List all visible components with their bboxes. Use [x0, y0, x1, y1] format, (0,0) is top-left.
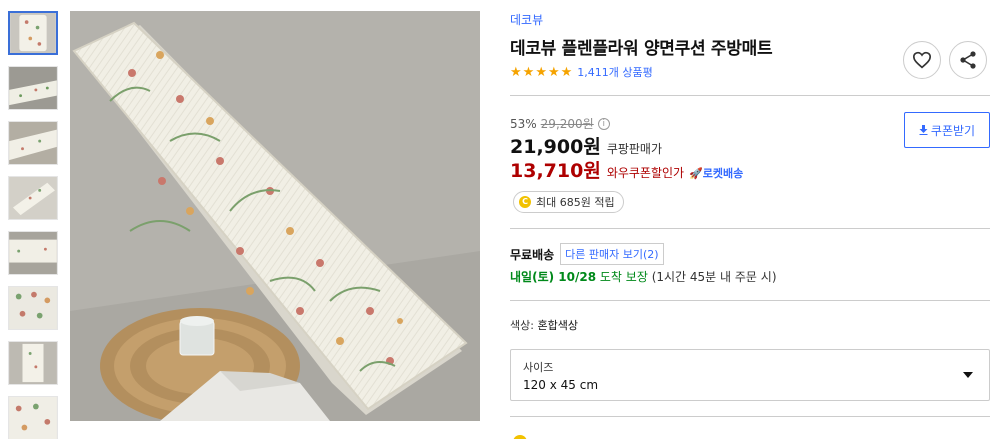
other-sellers-button[interactable]: 다른 판매자 보기(2) [560, 243, 664, 265]
discount-row: 53% 29,200원 i [510, 115, 610, 132]
main-product-image[interactable] [70, 11, 480, 421]
thumbnail-7[interactable] [8, 341, 58, 385]
info-icon[interactable]: i [597, 117, 610, 130]
size-label: 사이즈 [523, 361, 554, 374]
sale-price-label: 쿠팡판매가 [606, 142, 663, 156]
wow-price-row: 13,710원 와우쿠폰할인가 🚀로켓배송 [510, 156, 743, 183]
divider [510, 95, 990, 96]
thumbnail-2[interactable] [8, 66, 58, 110]
points-text: 최대 685원 적립 [536, 196, 615, 209]
coupon-button-label: 쿠폰받기 [930, 123, 976, 138]
thumbnail-4[interactable] [8, 176, 58, 220]
star-icon: ★ [522, 64, 535, 80]
wow-price: 13,710원 [510, 160, 601, 182]
star-icon: ★ [547, 64, 560, 80]
sale-price-row: 21,900원 쿠팡판매가 [510, 132, 662, 159]
brand-link[interactable]: 데코뷰 [510, 11, 992, 29]
size-value: 120 x 45 cm [523, 378, 599, 392]
arrival-row: 내일(토) 10/28 도착 보장 (1시간 45분 내 주문 시) [510, 268, 777, 285]
divider [510, 300, 990, 301]
thumbnail-1[interactable] [8, 11, 58, 55]
thumbnail-3[interactable] [8, 121, 58, 165]
color-value: 혼합색상 [537, 319, 578, 332]
wow-price-label: 와우쿠폰할인가 [606, 166, 685, 180]
thumbnail-list [8, 11, 62, 439]
original-price: 29,200원 [540, 117, 594, 131]
points-badge: C 최대 685원 적립 [513, 191, 624, 213]
size-select[interactable]: 사이즈 120 x 45 cm [510, 349, 990, 401]
star-icon: ★ [560, 64, 573, 80]
coin-icon: C [519, 196, 531, 208]
color-option: 색상: 혼합색상 [510, 317, 578, 333]
arrival-guarantee: 도착 보장 [599, 270, 648, 284]
download-icon [919, 125, 928, 135]
rating-stars[interactable]: ★ ★ ★ ★ ★ [510, 66, 572, 79]
free-shipping-label: 무료배송 [510, 247, 555, 262]
arrival-date: 내일(토) 10/28 [510, 270, 597, 284]
star-icon: ★ [535, 64, 547, 80]
share-icon [960, 51, 976, 69]
review-count-link[interactable]: 1,411개 상품평 [577, 64, 652, 80]
divider [510, 228, 990, 229]
share-button[interactable] [949, 41, 987, 79]
rocket-delivery-badge: 🚀로켓배송 [689, 167, 744, 180]
divider [510, 416, 990, 417]
thumbnail-6[interactable] [8, 286, 58, 330]
coupon-download-button[interactable]: 쿠폰받기 [904, 112, 990, 148]
star-icon: ★ [510, 64, 522, 80]
sale-price: 21,900원 [510, 136, 601, 158]
thumbnail-8[interactable] [8, 396, 58, 439]
shipping-row: 무료배송 다른 판매자 보기(2) [510, 243, 664, 265]
arrival-note: (1시간 45분 내 주문 시) [651, 270, 777, 284]
chevron-down-icon [963, 372, 973, 378]
heart-icon [912, 51, 932, 69]
wishlist-button[interactable] [903, 41, 941, 79]
coin-icon [513, 435, 527, 439]
product-info-panel: 데코뷰 데코뷰 플렌플라워 양면쿠션 주방매트 ★ ★ ★ ★ ★ 1,411개… [510, 11, 992, 439]
discount-rate: 53% [510, 116, 537, 131]
thumbnail-5[interactable] [8, 231, 58, 275]
color-label: 색상: [510, 319, 534, 332]
